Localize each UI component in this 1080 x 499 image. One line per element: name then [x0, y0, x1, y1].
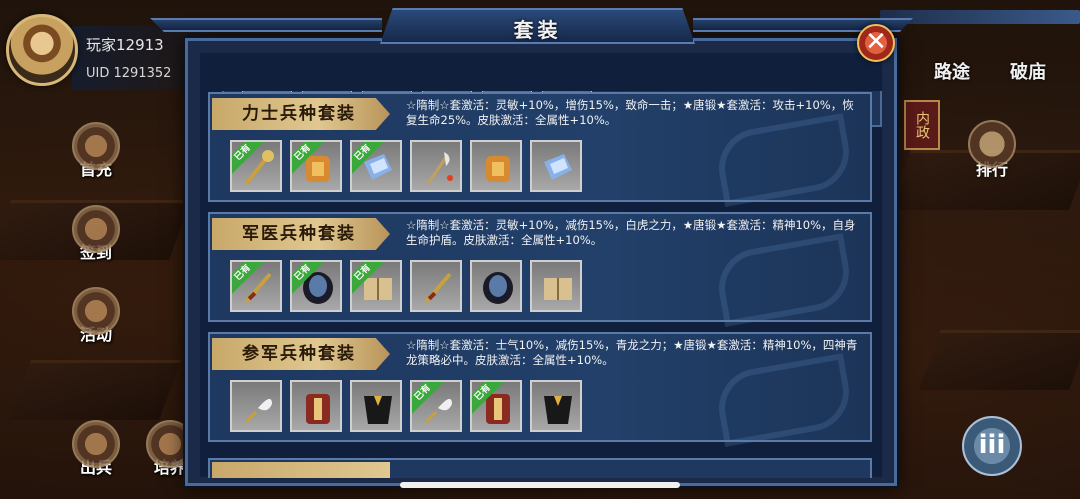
equipment-slot[interactable]: 已有	[350, 260, 402, 312]
next-set-card-peek	[208, 458, 872, 478]
set-card: 力士兵种套装 ☆隋制☆套激活：灵敏+10%，增伤15%，致命一击；★唐锻★套激活…	[208, 92, 872, 202]
equipment-slot[interactable]	[350, 380, 402, 432]
equipment-slot[interactable]	[410, 260, 462, 312]
sword-icon	[424, 272, 452, 304]
set-card: 参军兵种套装 ☆隋制☆套激活：士气10%，减伤15%，青龙之力；★唐锻★套激活：…	[208, 332, 872, 442]
tab-ruined-temple[interactable]: 破庙	[1010, 58, 1046, 84]
main-menu-button[interactable]: iii	[962, 416, 1022, 476]
player-name: 玩家12913	[86, 36, 164, 54]
cape-icon	[364, 396, 392, 424]
equipment-slot[interactable]	[530, 380, 582, 432]
equipment-slot[interactable]	[230, 380, 282, 432]
ranking-button[interactable]: 排行	[964, 120, 1020, 180]
set-name: 参军兵种套装	[212, 338, 390, 370]
equipment-slot[interactable]: 已有	[290, 140, 342, 192]
dispatch-troops-button[interactable]: 出兵	[66, 420, 126, 478]
equipment-slot[interactable]	[530, 260, 582, 312]
top-right-bar	[880, 10, 1080, 24]
events-button[interactable]: 活动	[66, 287, 126, 345]
equipment-slot[interactable]	[470, 140, 522, 192]
player-uid: UID 1291352	[86, 66, 172, 81]
armor-icon	[486, 156, 510, 182]
equipment-slot[interactable]: 已有	[230, 260, 282, 312]
set-name: 力士兵种套装	[212, 98, 390, 130]
event-icon	[72, 287, 120, 335]
player-avatar[interactable]	[6, 14, 78, 86]
cape-icon	[544, 396, 572, 424]
equipment-slot[interactable]	[470, 260, 522, 312]
set-description: ☆隋制☆套激活：灵敏+10%，增伤15%，致命一击；★唐锻★套激活：攻击+10%…	[406, 98, 854, 127]
army-icon	[72, 420, 120, 468]
calendar-icon	[72, 205, 120, 253]
close-button[interactable]: ✕	[857, 24, 895, 62]
set-name-tag	[212, 462, 390, 478]
domestic-affairs-button[interactable]: 内政	[904, 100, 940, 150]
polearm-icon	[426, 152, 453, 185]
robe-icon	[306, 394, 330, 424]
sign-in-button[interactable]: 签到	[66, 205, 126, 263]
equipment-slot[interactable]	[410, 140, 462, 192]
equipment-slot[interactable]: 已有	[230, 140, 282, 192]
set-description: ☆隋制☆套激活：灵敏+10%，减伤15%，白虎之力，★唐锻★套激活：精神10%，…	[406, 218, 856, 247]
equipment-slot[interactable]: 已有	[290, 260, 342, 312]
feather-fan-icon	[244, 398, 272, 424]
scroll-icon	[544, 154, 572, 180]
set-name: 军医兵种套装	[212, 218, 390, 250]
cloak-icon	[483, 272, 513, 304]
title-wing-left	[150, 18, 382, 32]
equipment-slot[interactable]	[290, 380, 342, 432]
gift-icon	[72, 122, 120, 170]
book-icon	[544, 278, 572, 300]
equipment-slot[interactable]: 已有	[410, 380, 462, 432]
ranking-icon	[968, 120, 1016, 168]
tab-route[interactable]: 路途	[934, 58, 970, 84]
equipment-slot[interactable]	[530, 140, 582, 192]
equipment-slot[interactable]: 已有	[470, 380, 522, 432]
first-recharge-button[interactable]: 首充	[66, 122, 126, 180]
equipment-slot[interactable]: 已有	[350, 140, 402, 192]
set-card: 军医兵种套装 ☆隋制☆套激活：灵敏+10%，减伤15%，白虎之力，★唐锻★套激活…	[208, 212, 872, 322]
set-description: ☆隋制☆套激活：士气10%，减伤15%，青龙之力；★唐锻★套激活：精神10%，四…	[406, 338, 858, 367]
home-indicator[interactable]	[400, 482, 680, 488]
dialog-title: 套装	[513, 18, 562, 42]
